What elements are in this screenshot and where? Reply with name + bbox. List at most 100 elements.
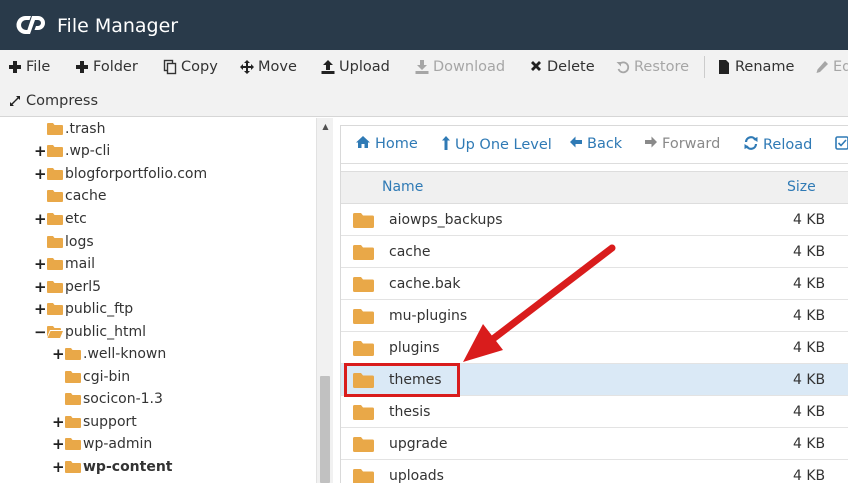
new-folder-button[interactable]: Folder — [75, 57, 138, 77]
upload-icon — [321, 59, 335, 75]
tree-item-well-known[interactable]: + .well-known — [52, 343, 166, 365]
tree-item-label: support — [83, 414, 137, 430]
tree-item-label: perl5 — [65, 279, 102, 295]
move-button[interactable]: Move — [240, 57, 297, 77]
edit-label: Ed — [833, 59, 848, 75]
pencil-icon — [815, 59, 829, 75]
scrollbar-thumb[interactable] — [320, 376, 330, 483]
home-button[interactable]: Home — [355, 135, 418, 153]
file-name: uploads — [389, 468, 444, 483]
directory-tree: .trash + .wp-cli + blogforportfolio.com … — [0, 118, 334, 483]
restore-button[interactable]: Restore — [616, 57, 689, 77]
tree-item-socicon[interactable]: socicon-1.3 — [52, 388, 163, 410]
delete-button[interactable]: Delete — [529, 57, 595, 77]
upload-button[interactable]: Upload — [321, 57, 390, 77]
copy-button[interactable]: Copy — [163, 57, 218, 77]
file-name: cache.bak — [389, 276, 461, 292]
up-one-level-button[interactable]: Up One Level — [441, 135, 552, 155]
tree-scrollbar[interactable]: ▲ — [316, 118, 333, 483]
tree-toggle[interactable]: + — [52, 458, 65, 476]
folder-icon — [65, 461, 81, 473]
select-all-checkbox[interactable] — [835, 135, 848, 155]
tree-item-wp-content[interactable]: + wp-content — [52, 456, 173, 478]
download-button[interactable]: Download — [415, 57, 505, 77]
folder-icon — [353, 277, 374, 292]
home-icon — [355, 135, 371, 153]
navigation-bar: Home Up One Level Back Forward Reload — [341, 126, 848, 164]
new-file-button[interactable]: File — [8, 57, 50, 77]
tree-toggle[interactable]: + — [34, 255, 47, 273]
table-row[interactable]: uploads 4 KB — [341, 460, 848, 483]
tree-item-perl5[interactable]: + perl5 — [34, 276, 101, 298]
tree-toggle[interactable]: + — [52, 413, 65, 431]
tree-item-label: .wp-cli — [65, 143, 111, 159]
folder-icon — [353, 341, 374, 356]
tree-item-cgi-bin[interactable]: cgi-bin — [52, 366, 130, 388]
table-row[interactable]: thesis 4 KB — [341, 396, 848, 428]
app-title: File Manager — [57, 15, 179, 37]
tree-item-label: blogforportfolio.com — [65, 166, 208, 182]
file-name: plugins — [389, 340, 440, 356]
tree-toggle[interactable]: + — [52, 435, 65, 453]
back-button[interactable]: Back — [569, 135, 622, 153]
tree-item-label: cache — [65, 188, 107, 204]
toolbar-divider — [704, 56, 705, 78]
tree-toggle[interactable]: + — [34, 165, 47, 183]
tree-toggle[interactable]: + — [34, 210, 47, 228]
reload-button[interactable]: Reload — [743, 135, 812, 155]
tree-item-trash[interactable]: .trash — [34, 118, 105, 140]
forward-button[interactable]: Forward — [644, 135, 720, 153]
home-label: Home — [375, 136, 418, 152]
tree-toggle[interactable]: + — [52, 345, 65, 363]
folder-icon — [65, 348, 81, 360]
scroll-up-arrow-icon[interactable]: ▲ — [317, 120, 334, 134]
table-row[interactable]: upgrade 4 KB — [341, 428, 848, 460]
toolbar-row-secondary: Compress — [0, 84, 848, 118]
rename-label: Rename — [735, 59, 795, 75]
move-label: Move — [258, 59, 297, 75]
tree-item-cache[interactable]: cache — [34, 185, 106, 207]
rename-button[interactable]: Rename — [717, 57, 794, 77]
table-row[interactable]: aiowps_backups 4 KB — [341, 204, 848, 236]
tree-item-support[interactable]: + support — [52, 411, 137, 433]
folder-icon — [65, 416, 81, 428]
size-column-header[interactable]: Size — [787, 179, 816, 195]
plus-icon — [75, 59, 89, 75]
file-size: 4 KB — [793, 244, 826, 260]
tree-item-wp-admin[interactable]: + wp-admin — [52, 433, 152, 455]
folder-icon — [47, 258, 63, 270]
copy-icon — [163, 59, 177, 75]
tree-item-label: public_ftp — [65, 301, 134, 317]
folder-icon — [65, 371, 81, 383]
file-name: upgrade — [389, 436, 448, 452]
folder-icon — [353, 213, 374, 228]
compress-button[interactable]: Compress — [8, 91, 98, 111]
tree-toggle[interactable]: + — [34, 300, 47, 318]
file-name: thesis — [389, 404, 431, 420]
folder-icon — [353, 469, 374, 483]
tree-item-mail[interactable]: + mail — [34, 253, 95, 275]
name-column-header[interactable]: Name — [382, 179, 423, 195]
download-icon — [415, 59, 429, 75]
tree-item-logs[interactable]: logs — [34, 231, 94, 253]
cpanel-logo-icon — [16, 13, 48, 37]
tree-toggle[interactable]: + — [34, 142, 47, 160]
folder-open-icon — [47, 326, 63, 338]
file-size: 4 KB — [793, 276, 826, 292]
app-header: File Manager — [0, 0, 848, 50]
tree-toggle[interactable]: − — [34, 323, 47, 341]
file-size: 4 KB — [793, 372, 826, 388]
upload-label: Upload — [339, 59, 390, 75]
copy-label: Copy — [181, 59, 218, 75]
annotation-arrow-icon — [463, 244, 616, 362]
compress-label: Compress — [26, 93, 98, 109]
tree-item-public-html[interactable]: − public_html — [34, 321, 146, 343]
tree-item-public-ftp[interactable]: + public_ftp — [34, 298, 133, 320]
tree-item-etc[interactable]: + etc — [34, 208, 87, 230]
tree-toggle[interactable]: + — [34, 278, 47, 296]
download-label: Download — [433, 59, 506, 75]
edit-button[interactable]: Ed — [815, 57, 848, 77]
tree-item-blogforportfolio[interactable]: + blogforportfolio.com — [34, 163, 207, 185]
file-icon — [717, 59, 731, 75]
tree-item-wp-cli[interactable]: + .wp-cli — [34, 140, 110, 162]
